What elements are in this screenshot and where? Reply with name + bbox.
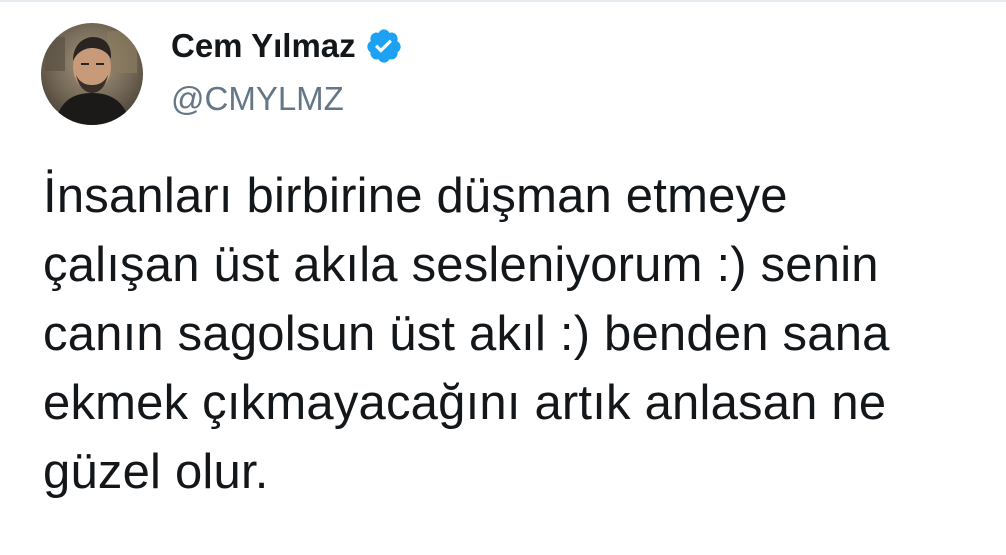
tweet-card: Cem Yılmaz @CMYLMZ İnsanları birbirine d… — [0, 0, 1006, 555]
verified-badge-icon — [365, 27, 403, 65]
tweet-text-line: ekmek çıkmayacağını artık anlasan ne — [43, 376, 887, 430]
avatar-photo — [41, 23, 143, 125]
tweet-text-line: güzel olur. — [43, 445, 269, 499]
display-name[interactable]: Cem Yılmaz — [171, 26, 356, 66]
tweet-text-line: çalışan üst akıla sesleniyorum :) senin — [43, 238, 879, 292]
tweet-text: İnsanları birbirine düşman etmeye çalışa… — [43, 162, 1006, 507]
tweet-text-line: İnsanları birbirine düşman etmeye — [43, 169, 788, 223]
divider — [0, 0, 1006, 2]
avatar[interactable] — [41, 23, 143, 125]
author-name-row: Cem Yılmaz — [171, 26, 403, 66]
user-handle[interactable]: @CMYLMZ — [171, 79, 344, 119]
tweet-text-line: canın sagolsun üst akıl :) benden sana — [43, 307, 890, 361]
